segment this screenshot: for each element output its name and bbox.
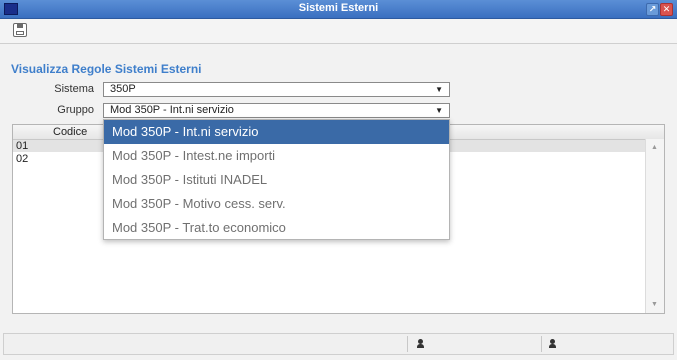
title-bar: Sistemi Esterni ↗ ✕ bbox=[0, 0, 677, 19]
user-icon bbox=[417, 339, 424, 349]
dropdown-option[interactable]: Mod 350P - Int.ni servizio bbox=[104, 120, 449, 144]
gruppo-value: Mod 350P - Int.ni servizio bbox=[110, 104, 234, 116]
gruppo-select[interactable]: Mod 350P - Int.ni servizio ▼ bbox=[103, 103, 450, 118]
column-header-codice[interactable]: Codice bbox=[53, 126, 87, 138]
dropdown-option[interactable]: Mod 350P - Trat.to economico bbox=[104, 216, 449, 240]
status-divider bbox=[541, 336, 542, 352]
vertical-scrollbar[interactable]: ▲ ▼ bbox=[645, 139, 664, 313]
status-divider bbox=[407, 336, 408, 352]
dropdown-option[interactable]: Mod 350P - Motivo cess. serv. bbox=[104, 192, 449, 216]
status-bar bbox=[3, 333, 674, 355]
close-button[interactable]: ✕ bbox=[660, 3, 673, 16]
maximize-button[interactable]: ↗ bbox=[646, 3, 659, 16]
chevron-down-icon[interactable]: ▼ bbox=[435, 83, 443, 96]
gruppo-label: Gruppo bbox=[57, 104, 94, 116]
sistema-label: Sistema bbox=[54, 83, 94, 95]
dropdown-option[interactable]: Mod 350P - Istituti INADEL bbox=[104, 168, 449, 192]
user-icon bbox=[549, 339, 556, 349]
chevron-down-icon[interactable]: ▼ bbox=[435, 104, 443, 117]
section-title: Visualizza Regole Sistemi Esterni bbox=[11, 62, 202, 76]
gruppo-dropdown-list: Mod 350P - Int.ni servizio Mod 350P - In… bbox=[103, 119, 450, 240]
cell-codice: 02 bbox=[16, 153, 29, 165]
scroll-down-icon[interactable]: ▼ bbox=[651, 301, 658, 308]
toolbar bbox=[0, 19, 677, 44]
sistema-select[interactable]: 350P ▼ bbox=[103, 82, 450, 97]
sistema-value: 350P bbox=[110, 83, 136, 95]
floppy-disk-icon[interactable] bbox=[13, 23, 27, 37]
cell-codice: 01 bbox=[16, 140, 29, 152]
scroll-up-icon[interactable]: ▲ bbox=[651, 144, 658, 151]
dropdown-option[interactable]: Mod 350P - Intest.ne importi bbox=[104, 144, 449, 168]
window-title: Sistemi Esterni bbox=[298, 2, 379, 14]
